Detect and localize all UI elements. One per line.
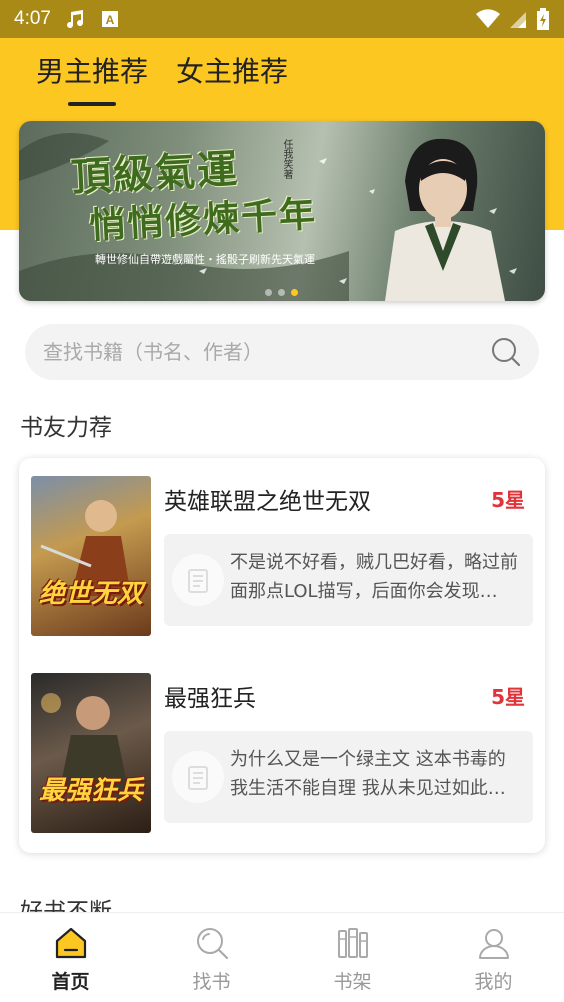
pagination-dot[interactable] [265,289,272,296]
status-left-icons: A [65,8,119,30]
banner-pagination [265,289,298,296]
wifi-icon [476,9,500,28]
review-box[interactable]: 为什么又是一个绿主文 这本书毒的我生活不能自理 我从未见过如此… [164,731,533,823]
search-icon [196,928,228,960]
banner-author: 任我笑著 [281,139,292,179]
recommend-card: 绝世无双 英雄联盟之绝世无双 5星 不是说不好看，贼几巴好看，略过前面那点LOL… [19,458,545,853]
cover-text: 最强狂兵 [38,776,143,806]
book-title[interactable]: 英雄联盟之绝世无双 [164,482,371,516]
recommend-item[interactable]: 绝世无双 英雄联盟之绝世无双 5星 不是说不好看，贼几巴好看，略过前面那点LOL… [31,476,533,638]
pagination-dot[interactable] [278,289,285,296]
status-time: 4:07 [14,8,51,29]
battery-icon [537,8,549,30]
review-text: 不是说不好看，贼几巴好看，略过前面那点LOL描写，后面你会发现… [230,552,518,602]
nav-item-home[interactable]: 首页 [0,913,141,1002]
svg-text:A: A [106,13,115,27]
signal-icon [510,12,526,28]
book-rating: 5星 [491,685,525,709]
nav-label-find: 找书 [192,971,231,993]
banner-character-illustration [385,138,505,301]
book-rating: 5星 [491,488,525,512]
banner-caption: 轉世修仙自帶遊戲屬性・搖骰子刷新先天氣運 [95,253,315,266]
a-badge-icon: A [101,11,118,27]
bottom-nav: 首页 找书 书架 我的 [0,912,564,1002]
status-right-icons [476,8,550,30]
section-title-recommend: 书友力荐 [20,415,112,441]
gender-tabs: 男主推荐 女主推荐 [36,50,288,106]
review-box[interactable]: 不是说不好看，贼几巴好看，略过前面那点LOL描写，后面你会发现… [164,534,533,626]
recommend-item[interactable]: 最强狂兵 最强狂兵 5星 为什么又是一个绿主文 这本书毒的我生活不能自理 我从未… [31,673,533,835]
music-note-icon [66,10,83,29]
bookshelf-icon [337,928,368,958]
nav-item-find[interactable]: 找书 [141,913,282,1002]
cover-text: 绝世无双 [38,579,143,609]
book-title[interactable]: 最强狂兵 [164,679,256,713]
pagination-dot-active[interactable] [291,289,298,296]
promo-banner[interactable]: 頂級氣運 悄悄修煉千年 任我笑著 轉世修仙自帶遊戲屬性・搖骰子刷新先天氣運 [19,121,545,301]
book-cover[interactable]: 最强狂兵 [31,673,151,833]
nav-label-home: 首页 [51,971,90,993]
search-input[interactable] [43,340,491,364]
profile-icon [478,929,509,959]
book-placeholder-icon [172,751,224,803]
cover-art [40,500,131,596]
nav-item-bookshelf[interactable]: 书架 [282,913,423,1002]
status-bar: 4:07 A [0,0,564,38]
book-cover[interactable]: 绝世无双 [31,476,151,636]
book-placeholder-icon [172,554,224,606]
search-icon[interactable] [491,337,521,367]
review-text: 为什么又是一个绿主文 这本书毒的我生活不能自理 我从未见过如此… [230,749,506,799]
home-icon [55,927,86,959]
nav-label-bookshelf: 书架 [333,971,372,993]
cover-art [41,693,129,793]
nav-label-profile: 我的 [474,971,513,993]
tab-male-recommend[interactable]: 男主推荐 [36,50,148,106]
search-bar[interactable] [25,324,539,380]
tab-female-recommend[interactable]: 女主推荐 [176,50,288,104]
nav-item-profile[interactable]: 我的 [423,913,564,1002]
